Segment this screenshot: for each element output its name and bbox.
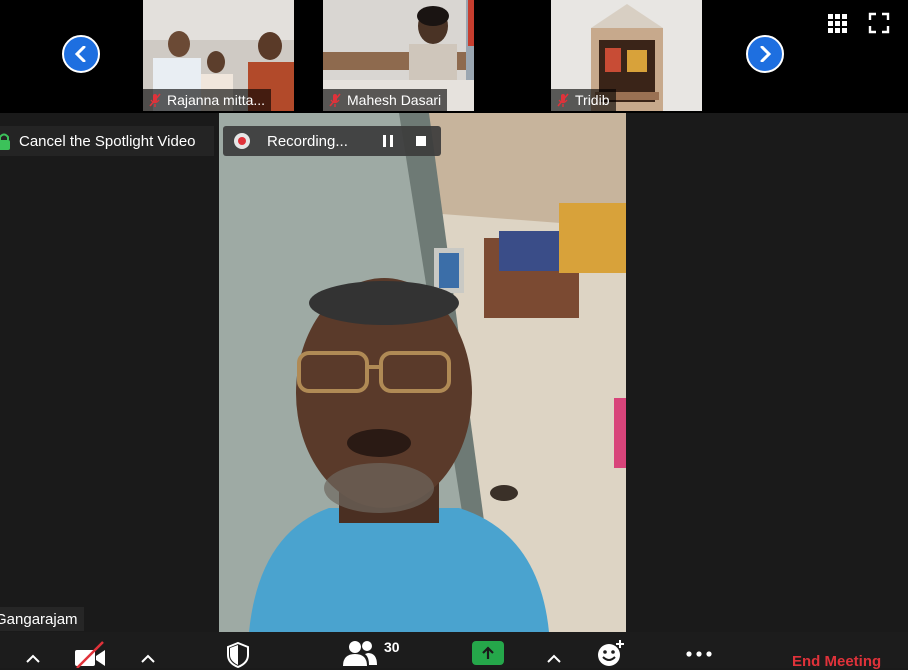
- share-options-chevron-icon[interactable]: [545, 652, 563, 664]
- participant-tile[interactable]: Tridib: [551, 0, 702, 111]
- participant-tile[interactable]: Rajanna mitta...: [143, 0, 294, 111]
- stop-recording-icon[interactable]: [414, 134, 428, 148]
- more-options-icon[interactable]: [686, 650, 712, 658]
- recording-indicator: Recording...: [223, 126, 441, 156]
- gallery-view-icon[interactable]: [826, 12, 848, 34]
- mic-muted-icon: [329, 93, 341, 107]
- participant-tile[interactable]: Mahesh Dasari: [323, 0, 474, 111]
- meeting-toolbar: [0, 632, 908, 668]
- participant-name: Mahesh Dasari: [347, 92, 442, 108]
- recording-dot-icon: [234, 133, 250, 149]
- speaker-name-tag: Gangarajam: [0, 607, 84, 631]
- chevron-left-icon: [74, 46, 86, 62]
- end-meeting-label: End Meeting: [792, 653, 882, 670]
- cancel-spotlight-button[interactable]: Cancel the Spotlight Video: [0, 126, 214, 156]
- mic-muted-icon: [557, 93, 569, 107]
- participant-name: Rajanna mitta...: [167, 92, 266, 108]
- participant-name: Tridib: [575, 92, 610, 108]
- cancel-spotlight-label: Cancel the Spotlight Video: [19, 132, 196, 150]
- recording-status: Recording...: [267, 132, 348, 150]
- chevron-right-icon: [760, 46, 772, 62]
- participant-name-label: Tridib: [551, 89, 616, 111]
- end-meeting-button[interactable]: End Meeting: [792, 653, 881, 670]
- previous-page-button[interactable]: [62, 35, 100, 73]
- share-screen-button[interactable]: [472, 641, 504, 665]
- audio-options-chevron-icon[interactable]: [24, 652, 42, 664]
- participant-name-label: Rajanna mitta...: [143, 89, 272, 111]
- speaker-video-feed: [219, 113, 626, 632]
- video-off-icon[interactable]: [73, 640, 107, 668]
- speaker-name: Gangarajam: [0, 610, 78, 628]
- reactions-icon[interactable]: [596, 638, 626, 668]
- pause-recording-icon[interactable]: [380, 133, 396, 149]
- participant-name-label: Mahesh Dasari: [323, 89, 448, 111]
- share-arrow-up-icon: [482, 646, 494, 659]
- fullscreen-icon[interactable]: [868, 12, 890, 34]
- lock-icon: [0, 133, 10, 150]
- next-page-button[interactable]: [746, 35, 784, 73]
- active-speaker-video: [219, 113, 626, 632]
- participants-icon: [343, 641, 377, 666]
- security-shield-icon[interactable]: [226, 642, 250, 668]
- video-options-chevron-icon[interactable]: [139, 652, 157, 664]
- participants-button[interactable]: 30: [342, 638, 400, 666]
- mic-muted-icon: [149, 93, 161, 107]
- participant-count: 30: [384, 639, 400, 655]
